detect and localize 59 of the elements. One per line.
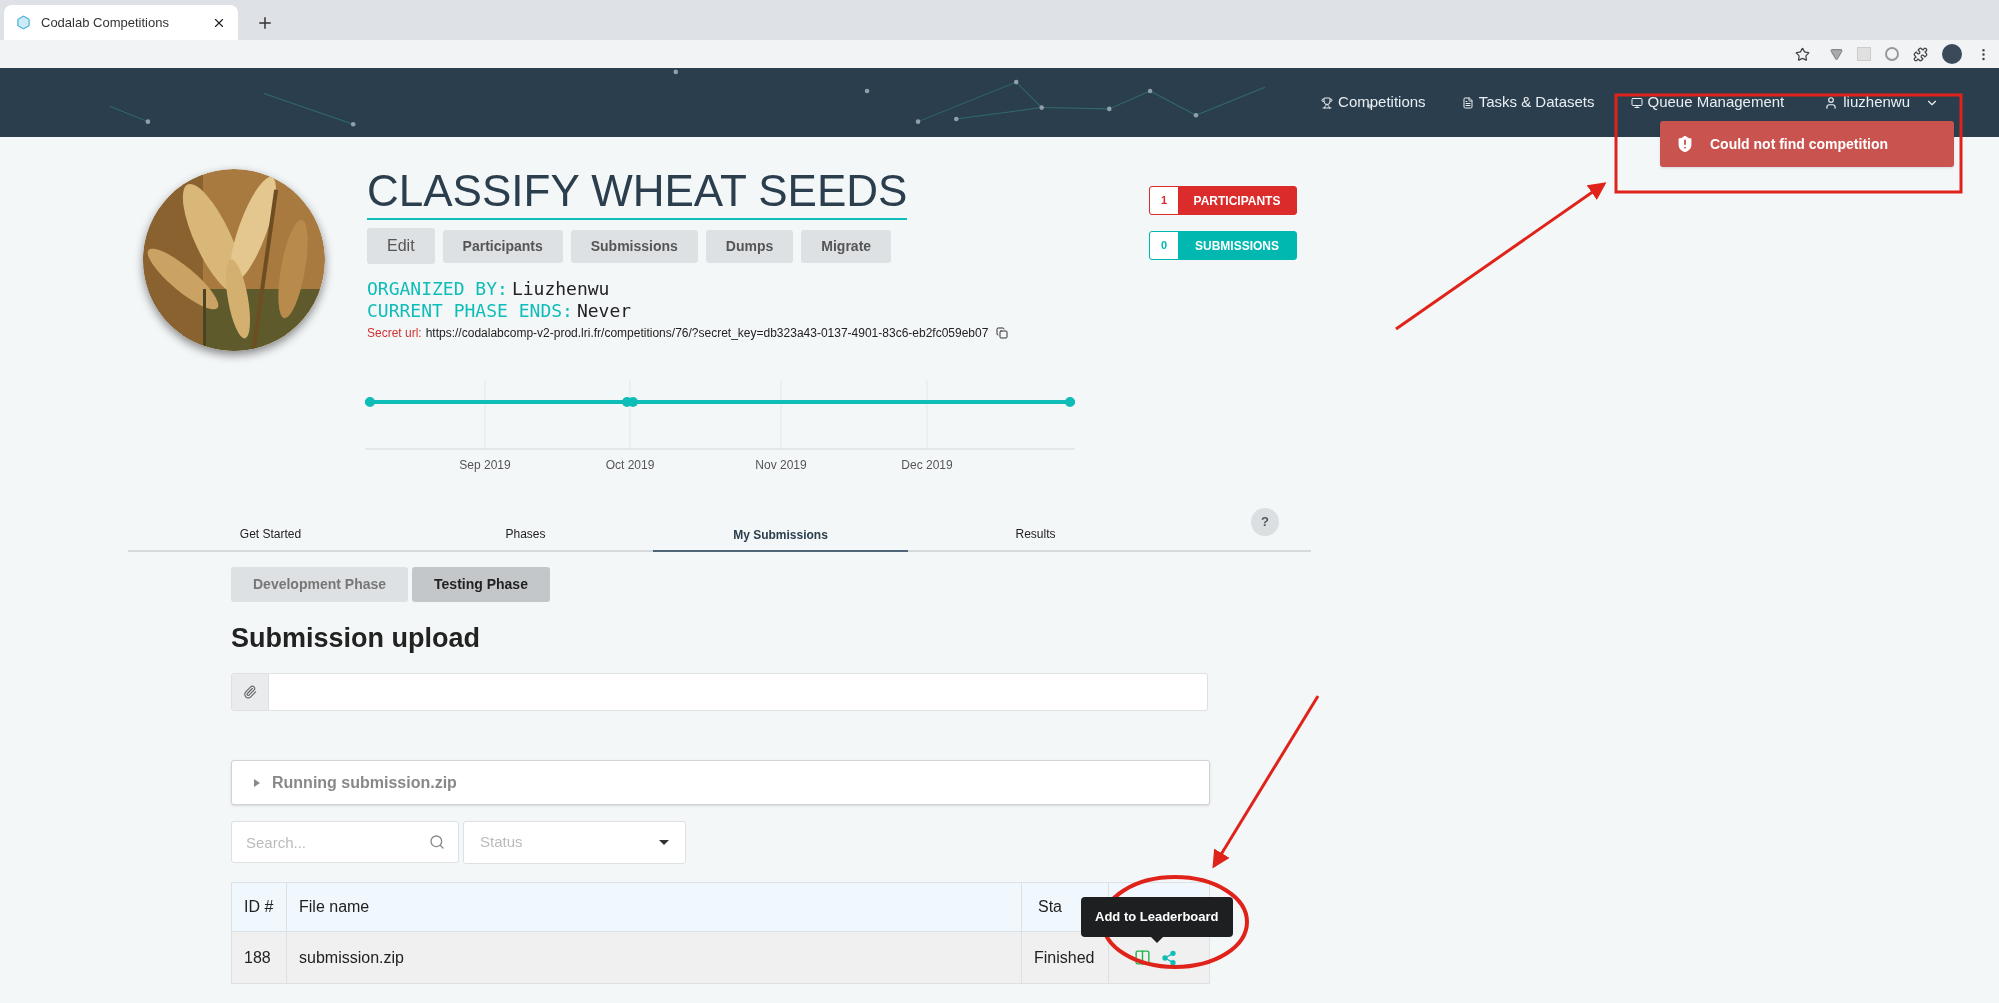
share-icon[interactable]	[1161, 949, 1177, 966]
section-heading: Submission upload	[231, 622, 481, 654]
leaderboard-icon[interactable]	[1134, 949, 1151, 966]
table-cell: 188	[231, 931, 287, 984]
app-logo-icon	[16, 15, 31, 30]
nav-link[interactable]: Queue Management	[1630, 91, 1785, 114]
file-upload-field[interactable]	[231, 673, 1208, 711]
search-field[interactable]: Search...	[231, 821, 459, 863]
browser-tab[interactable]: Codalab Competitions	[4, 5, 238, 40]
table-cell: submission.zip	[286, 931, 1022, 984]
page-tab[interactable]: Results	[908, 518, 1163, 550]
info-label: CURRENT PHASE ENDS:	[367, 300, 573, 322]
user-menu[interactable]: liuzhenwu	[1824, 91, 1939, 114]
extension-icon[interactable]	[1830, 47, 1843, 61]
tooltip-pointer-icon	[1150, 937, 1163, 943]
page-tab[interactable]: My Submissions	[653, 520, 908, 552]
stat-label: SUBMISSIONS	[1194, 237, 1280, 255]
user-icon	[1824, 95, 1839, 110]
running-submission-panel[interactable]: Running submission.zip	[231, 760, 1210, 805]
axis-label: Nov 2019	[755, 458, 807, 472]
admin-button[interactable]: Migrate	[801, 230, 892, 263]
column-header: ID #	[231, 882, 287, 932]
info-value: Liuzhenwu	[511, 278, 610, 300]
competition-title: CLASSIFY WHEAT SEEDS	[367, 164, 908, 220]
extensions-icon[interactable]	[1913, 46, 1928, 62]
stat-count: 1	[1150, 187, 1178, 214]
copy-icon[interactable]	[996, 327, 1009, 339]
stat-label: PARTICIPANTS	[1192, 192, 1282, 210]
secret-url-label: Secret url:	[367, 325, 422, 342]
axis-label: Dec 2019	[901, 458, 953, 472]
info-value: Never	[576, 300, 632, 322]
table-cell: Finished	[1021, 931, 1109, 984]
phase-button[interactable]: Testing Phase	[412, 567, 550, 602]
trophy-icon	[1321, 96, 1334, 109]
secret-url: https://codalabcomp-v2-prod.lri.fr/competitions/76/?secret_key=db323a43-0137-4901-83c6-eb2fc059eb07	[425, 325, 989, 342]
admin-button[interactable]: Participants	[442, 230, 563, 263]
admin-button[interactable]: Submissions	[570, 230, 698, 263]
stat-count: 0	[1150, 232, 1178, 259]
help-button[interactable]: ?	[1251, 508, 1279, 536]
toast-message: Could not find competition	[1710, 134, 1889, 154]
admin-button[interactable]: Edit	[367, 228, 435, 264]
search-icon	[429, 834, 445, 850]
extension-icon[interactable]	[1885, 47, 1899, 61]
new-tab-icon[interactable]	[256, 14, 274, 32]
page-tab[interactable]: Get Started	[143, 518, 398, 550]
nav-link[interactable]: Competitions	[1321, 91, 1426, 114]
tab-title: Codalab Competitions	[41, 13, 170, 32]
paperclip-icon	[243, 685, 257, 699]
profile-avatar[interactable]	[1942, 44, 1962, 64]
axis-label: Sep 2019	[459, 458, 511, 472]
column-header: File name	[286, 882, 1022, 932]
document-icon	[1461, 96, 1474, 109]
bookmark-star-icon[interactable]	[1795, 46, 1810, 62]
axis-label: Oct 2019	[605, 458, 655, 472]
monitor-icon	[1630, 96, 1643, 109]
nav-link[interactable]: Tasks & Datasets	[1461, 91, 1595, 114]
page-tab[interactable]: Phases	[398, 518, 653, 550]
info-label: ORGANIZED BY:	[367, 278, 508, 300]
admin-button[interactable]: Dumps	[705, 230, 794, 263]
